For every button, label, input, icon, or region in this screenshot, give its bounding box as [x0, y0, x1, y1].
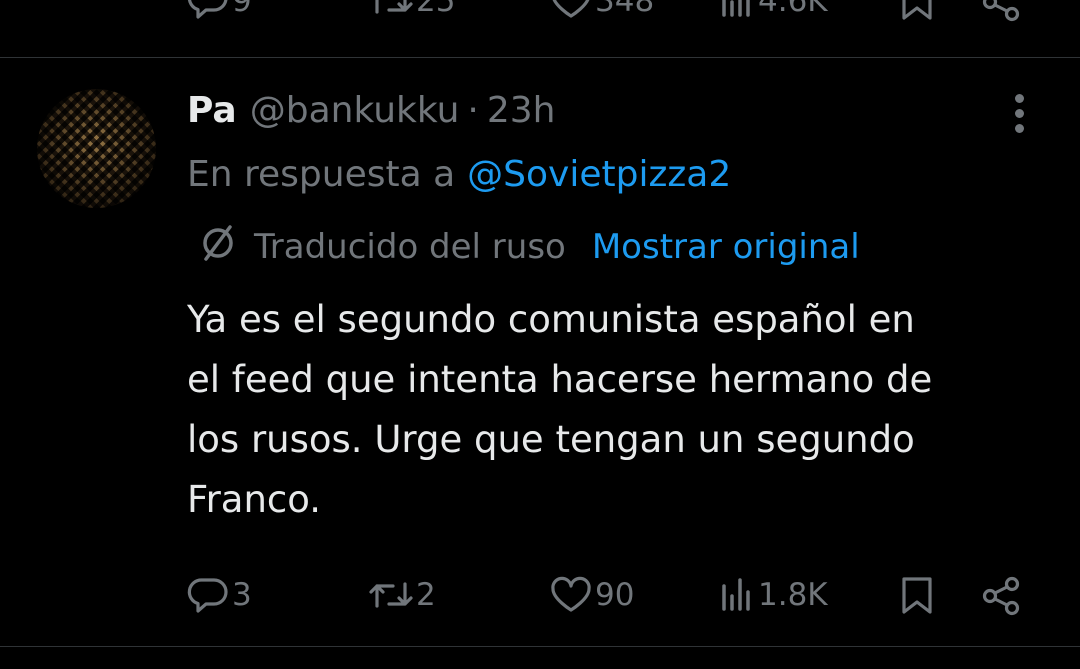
views-icon: [720, 0, 756, 20]
reply-count: 9: [232, 0, 252, 19]
tweet-text-line: el feed que intenta hacerse hermano de: [187, 358, 933, 401]
tweet-text-line: Ya es el segundo comunista español en: [187, 298, 915, 341]
bookmark-icon: [898, 576, 936, 616]
views-count: 4.6K: [758, 0, 828, 19]
avatar[interactable]: [37, 89, 156, 208]
retweet-button[interactable]: 25: [368, 0, 455, 20]
like-count: 90: [595, 577, 635, 613]
retweet-count: 25: [416, 0, 456, 19]
retweet-icon: [368, 0, 414, 20]
reply-mention-link[interactable]: @Sovietpizza2: [467, 154, 731, 195]
show-original-link[interactable]: Mostrar original: [592, 227, 860, 267]
retweet-icon: [368, 576, 414, 614]
views-button[interactable]: 4.6K: [720, 0, 828, 20]
display-name[interactable]: Pa: [187, 90, 237, 131]
retweet-count: 2: [416, 577, 436, 613]
separator: ·: [467, 89, 479, 131]
user-handle[interactable]: @bankukku: [250, 90, 460, 131]
share-icon: [979, 0, 1023, 22]
reply-prefix: En respuesta a: [187, 153, 456, 195]
share-button[interactable]: [979, 0, 1023, 22]
more-options-button[interactable]: [1005, 92, 1035, 134]
tweet-header: Pa @bankukku · 23h: [187, 84, 556, 136]
reply-count: 3: [232, 577, 252, 613]
previous-tweet-actions: 9 25 348 4.6K: [0, 0, 1080, 30]
bookmark-button[interactable]: [898, 576, 936, 616]
translation-bar: Traducido del ruso Mostrar original: [198, 222, 860, 272]
heart-icon: [549, 0, 593, 20]
divider-bottom: [0, 646, 1080, 647]
views-button[interactable]: 1.8K: [720, 576, 828, 614]
tweet-text-line: los rusos. Urge que tengan un segundo: [187, 418, 915, 461]
translate-icon: [198, 223, 238, 272]
like-button[interactable]: 348: [549, 0, 654, 20]
reply-context: En respuesta a @Sovietpizza2: [187, 148, 731, 200]
timestamp[interactable]: 23h: [487, 90, 556, 131]
bookmark-button[interactable]: [898, 0, 936, 22]
retweet-button[interactable]: 2: [368, 576, 436, 614]
reply-icon: [186, 576, 230, 614]
bookmark-icon: [898, 0, 936, 22]
share-button[interactable]: [979, 576, 1023, 616]
divider-top: [0, 57, 1080, 58]
like-count: 348: [595, 0, 655, 19]
share-icon: [979, 576, 1023, 616]
tweet-text-line: Franco.: [187, 478, 322, 521]
reply-button[interactable]: 3: [186, 576, 252, 614]
reply-button[interactable]: 9: [186, 0, 252, 20]
translated-from-label: Traducido del ruso: [254, 227, 566, 267]
like-button[interactable]: 90: [549, 576, 634, 614]
views-icon: [720, 576, 756, 614]
heart-icon: [549, 576, 593, 614]
tweet-actions: 3 2 90 1.8K: [0, 565, 1080, 625]
reply-icon: [186, 0, 230, 20]
views-count: 1.8K: [758, 577, 828, 613]
tweet-text: Ya es el segundo comunista español en el…: [187, 290, 1037, 530]
